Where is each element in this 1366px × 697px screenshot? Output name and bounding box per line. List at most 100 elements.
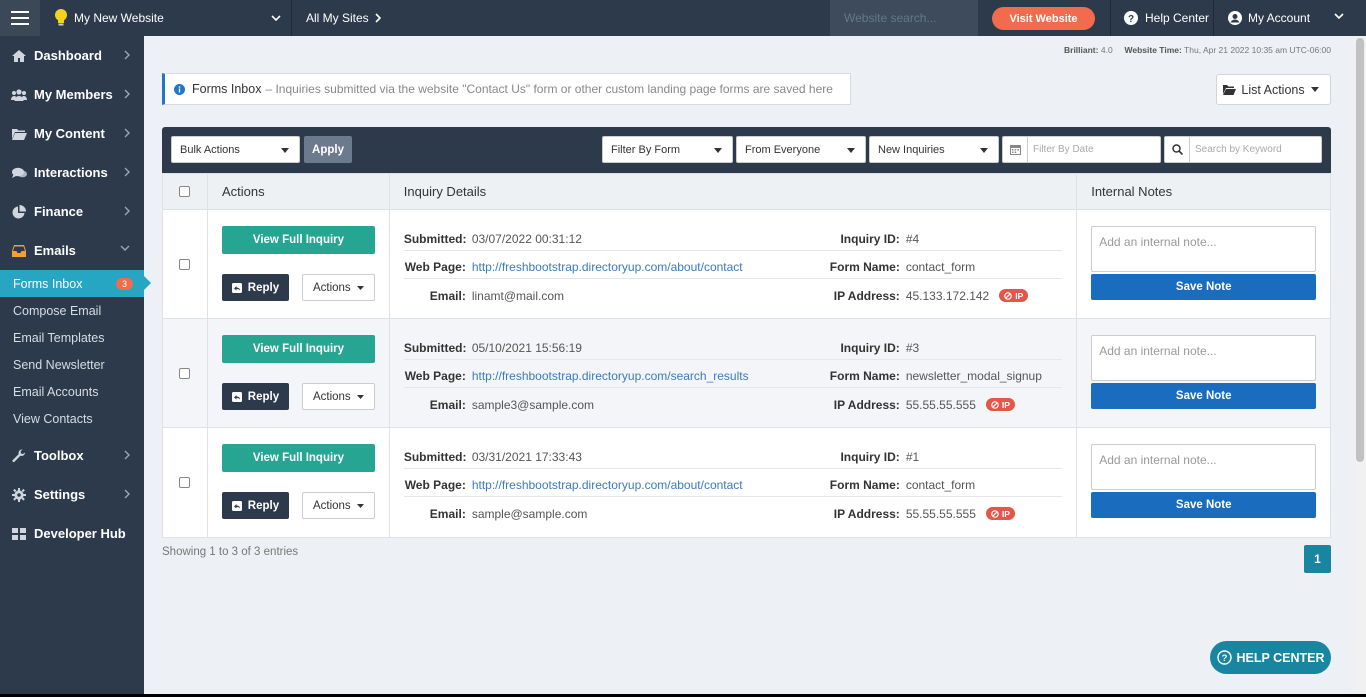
sidebar-item-email-accounts[interactable]: Email Accounts xyxy=(0,378,144,405)
submitted-label: Submitted: xyxy=(403,232,467,246)
sidebar-item-compose-email[interactable]: Compose Email xyxy=(0,297,144,324)
chevron-right-icon xyxy=(124,50,130,60)
ip-address-label: IP Address: xyxy=(833,398,900,412)
filter-bar: Bulk Actions Apply Filter By Form From E… xyxy=(162,127,1331,173)
submitted-label: Submitted: xyxy=(403,450,467,464)
web-page-link[interactable]: http://freshbootstrap.directoryup.com/ab… xyxy=(472,478,743,492)
save-note-button[interactable]: Save Note xyxy=(1091,383,1317,409)
submitted-value: 05/10/2021 15:56:19 xyxy=(471,341,582,355)
reply-label: Reply xyxy=(247,390,280,403)
view-full-inquiry-button[interactable]: View Full Inquiry xyxy=(221,335,375,363)
block-ip-badge[interactable]: IP xyxy=(999,289,1029,302)
sidebar-item-email-templates[interactable]: Email Templates xyxy=(0,324,144,351)
reply-label: Reply xyxy=(247,281,280,294)
row-actions-dropdown[interactable]: Actions xyxy=(301,492,375,519)
sidebar-item-send-newsletter[interactable]: Send Newsletter xyxy=(0,351,144,378)
ban-icon xyxy=(991,509,999,518)
block-ip-badge[interactable]: IP xyxy=(985,398,1015,411)
email-value: sample@sample.com xyxy=(471,507,588,521)
caret-down-icon xyxy=(356,286,364,290)
scrollbar-thumb[interactable] xyxy=(1356,38,1364,462)
web-page-label: Web Page: xyxy=(404,369,466,383)
web-page-link[interactable]: http://freshbootstrap.directoryup.com/ab… xyxy=(472,260,743,274)
submitted-label: Submitted: xyxy=(403,341,467,355)
table-row: View Full Inquiry Reply Actions Submitte… xyxy=(163,319,1330,428)
table-row: View Full Inquiry Reply Actions Submitte… xyxy=(163,210,1330,319)
help-center-link[interactable]: ? Help Center xyxy=(1110,0,1213,36)
sidebar-item-developer-hub[interactable]: Developer Hub xyxy=(0,514,144,553)
divider xyxy=(403,278,1062,279)
sidebar-item-emails[interactable]: Emails xyxy=(0,231,144,270)
ban-icon xyxy=(1004,291,1013,300)
vertical-scrollbar[interactable] xyxy=(1354,36,1366,697)
select-all-checkbox[interactable] xyxy=(179,186,191,197)
row-checkbox[interactable] xyxy=(179,367,191,379)
keyword-search-input[interactable] xyxy=(1190,138,1310,161)
save-note-button[interactable]: Save Note xyxy=(1091,274,1317,300)
website-time-label: Website Time: xyxy=(1124,45,1182,55)
brilliant-label: Brilliant: xyxy=(1064,45,1099,55)
help-center-fab-label: HELP CENTER xyxy=(1236,650,1325,665)
row-actions-dropdown[interactable]: Actions xyxy=(301,274,375,301)
sidebar-item-label: Interactions xyxy=(34,165,108,180)
sidebar-item-my-content[interactable]: My Content xyxy=(0,114,144,153)
divider xyxy=(403,496,1062,497)
website-search-input[interactable] xyxy=(830,0,978,36)
ip-badge-label: IP xyxy=(1001,508,1010,519)
reply-button[interactable]: Reply xyxy=(221,274,289,301)
filter-by-form-select[interactable]: Filter By Form xyxy=(602,136,733,163)
from-select[interactable]: From Everyone xyxy=(736,136,866,163)
sidebar-item-interactions[interactable]: Interactions xyxy=(0,153,144,192)
all-my-sites-link[interactable]: All My Sites xyxy=(292,0,401,36)
caret-down-icon xyxy=(980,148,988,153)
internal-note-textarea[interactable] xyxy=(1091,226,1317,272)
reply-button[interactable]: Reply xyxy=(221,383,289,410)
sidebar-item-view-contacts[interactable]: View Contacts xyxy=(0,405,144,432)
site-selector[interactable]: My New Website xyxy=(40,0,292,36)
internal-note-textarea[interactable] xyxy=(1091,444,1317,490)
internal-note-textarea[interactable] xyxy=(1091,335,1317,381)
chevron-right-icon xyxy=(124,128,130,138)
sidebar-item-toolbox[interactable]: Toolbox xyxy=(0,436,144,475)
row-actions-dropdown[interactable]: Actions xyxy=(301,383,375,410)
visit-website-button[interactable]: Visit Website xyxy=(992,7,1095,30)
my-account-menu[interactable]: My Account xyxy=(1213,0,1348,36)
sidebar-item-label: Email Accounts xyxy=(13,384,99,399)
hamburger-menu-icon[interactable] xyxy=(0,0,40,36)
reply-button[interactable]: Reply xyxy=(221,492,289,519)
row-checkbox[interactable] xyxy=(179,477,191,488)
inquiry-id-value: #1 xyxy=(905,450,920,464)
sidebar-item-forms-inbox[interactable]: Forms Inbox 3 xyxy=(0,270,151,297)
sidebar-item-settings[interactable]: Settings xyxy=(0,475,144,514)
keyword-search-field[interactable] xyxy=(1164,136,1322,163)
bulk-actions-select[interactable]: Bulk Actions xyxy=(171,136,300,163)
inquiry-status-select[interactable]: New Inquiries xyxy=(869,136,999,163)
table-header: Actions Inquiry Details Internal Notes xyxy=(163,174,1330,210)
column-header-actions: Actions xyxy=(208,174,390,209)
filter-by-date-input[interactable] xyxy=(1028,138,1148,161)
view-full-inquiry-button[interactable]: View Full Inquiry xyxy=(221,226,375,254)
form-name-label: Form Name: xyxy=(829,260,900,274)
apply-button[interactable]: Apply xyxy=(304,136,352,163)
chevron-right-icon xyxy=(124,206,130,216)
sidebar-item-dashboard[interactable]: Dashboard xyxy=(0,36,144,75)
email-label: Email: xyxy=(429,289,466,303)
filter-by-date-field[interactable] xyxy=(1002,136,1161,163)
web-page-label: Web Page: xyxy=(404,260,466,274)
pagination-page-1[interactable]: 1 xyxy=(1304,545,1331,573)
web-page-link[interactable]: http://freshbootstrap.directoryup.com/se… xyxy=(472,369,749,383)
inquiry-id-label: Inquiry ID: xyxy=(840,341,900,355)
sidebar-item-my-members[interactable]: My Members xyxy=(0,75,144,114)
row-checkbox[interactable] xyxy=(179,258,191,270)
save-note-button[interactable]: Save Note xyxy=(1091,492,1317,518)
help-center-floating-button[interactable]: ? HELP CENTER xyxy=(1210,641,1331,674)
list-actions-button[interactable]: List Actions xyxy=(1216,74,1331,105)
caret-down-icon xyxy=(356,504,364,508)
block-ip-badge[interactable]: IP xyxy=(985,507,1015,520)
sidebar-item-finance[interactable]: Finance xyxy=(0,192,144,231)
from-value: From Everyone xyxy=(745,143,821,156)
ip-badge-label: IP xyxy=(1001,399,1010,410)
view-full-inquiry-button[interactable]: View Full Inquiry xyxy=(221,444,375,472)
sidebar-item-label: Email Templates xyxy=(13,330,105,345)
pie-chart-icon xyxy=(11,204,27,220)
